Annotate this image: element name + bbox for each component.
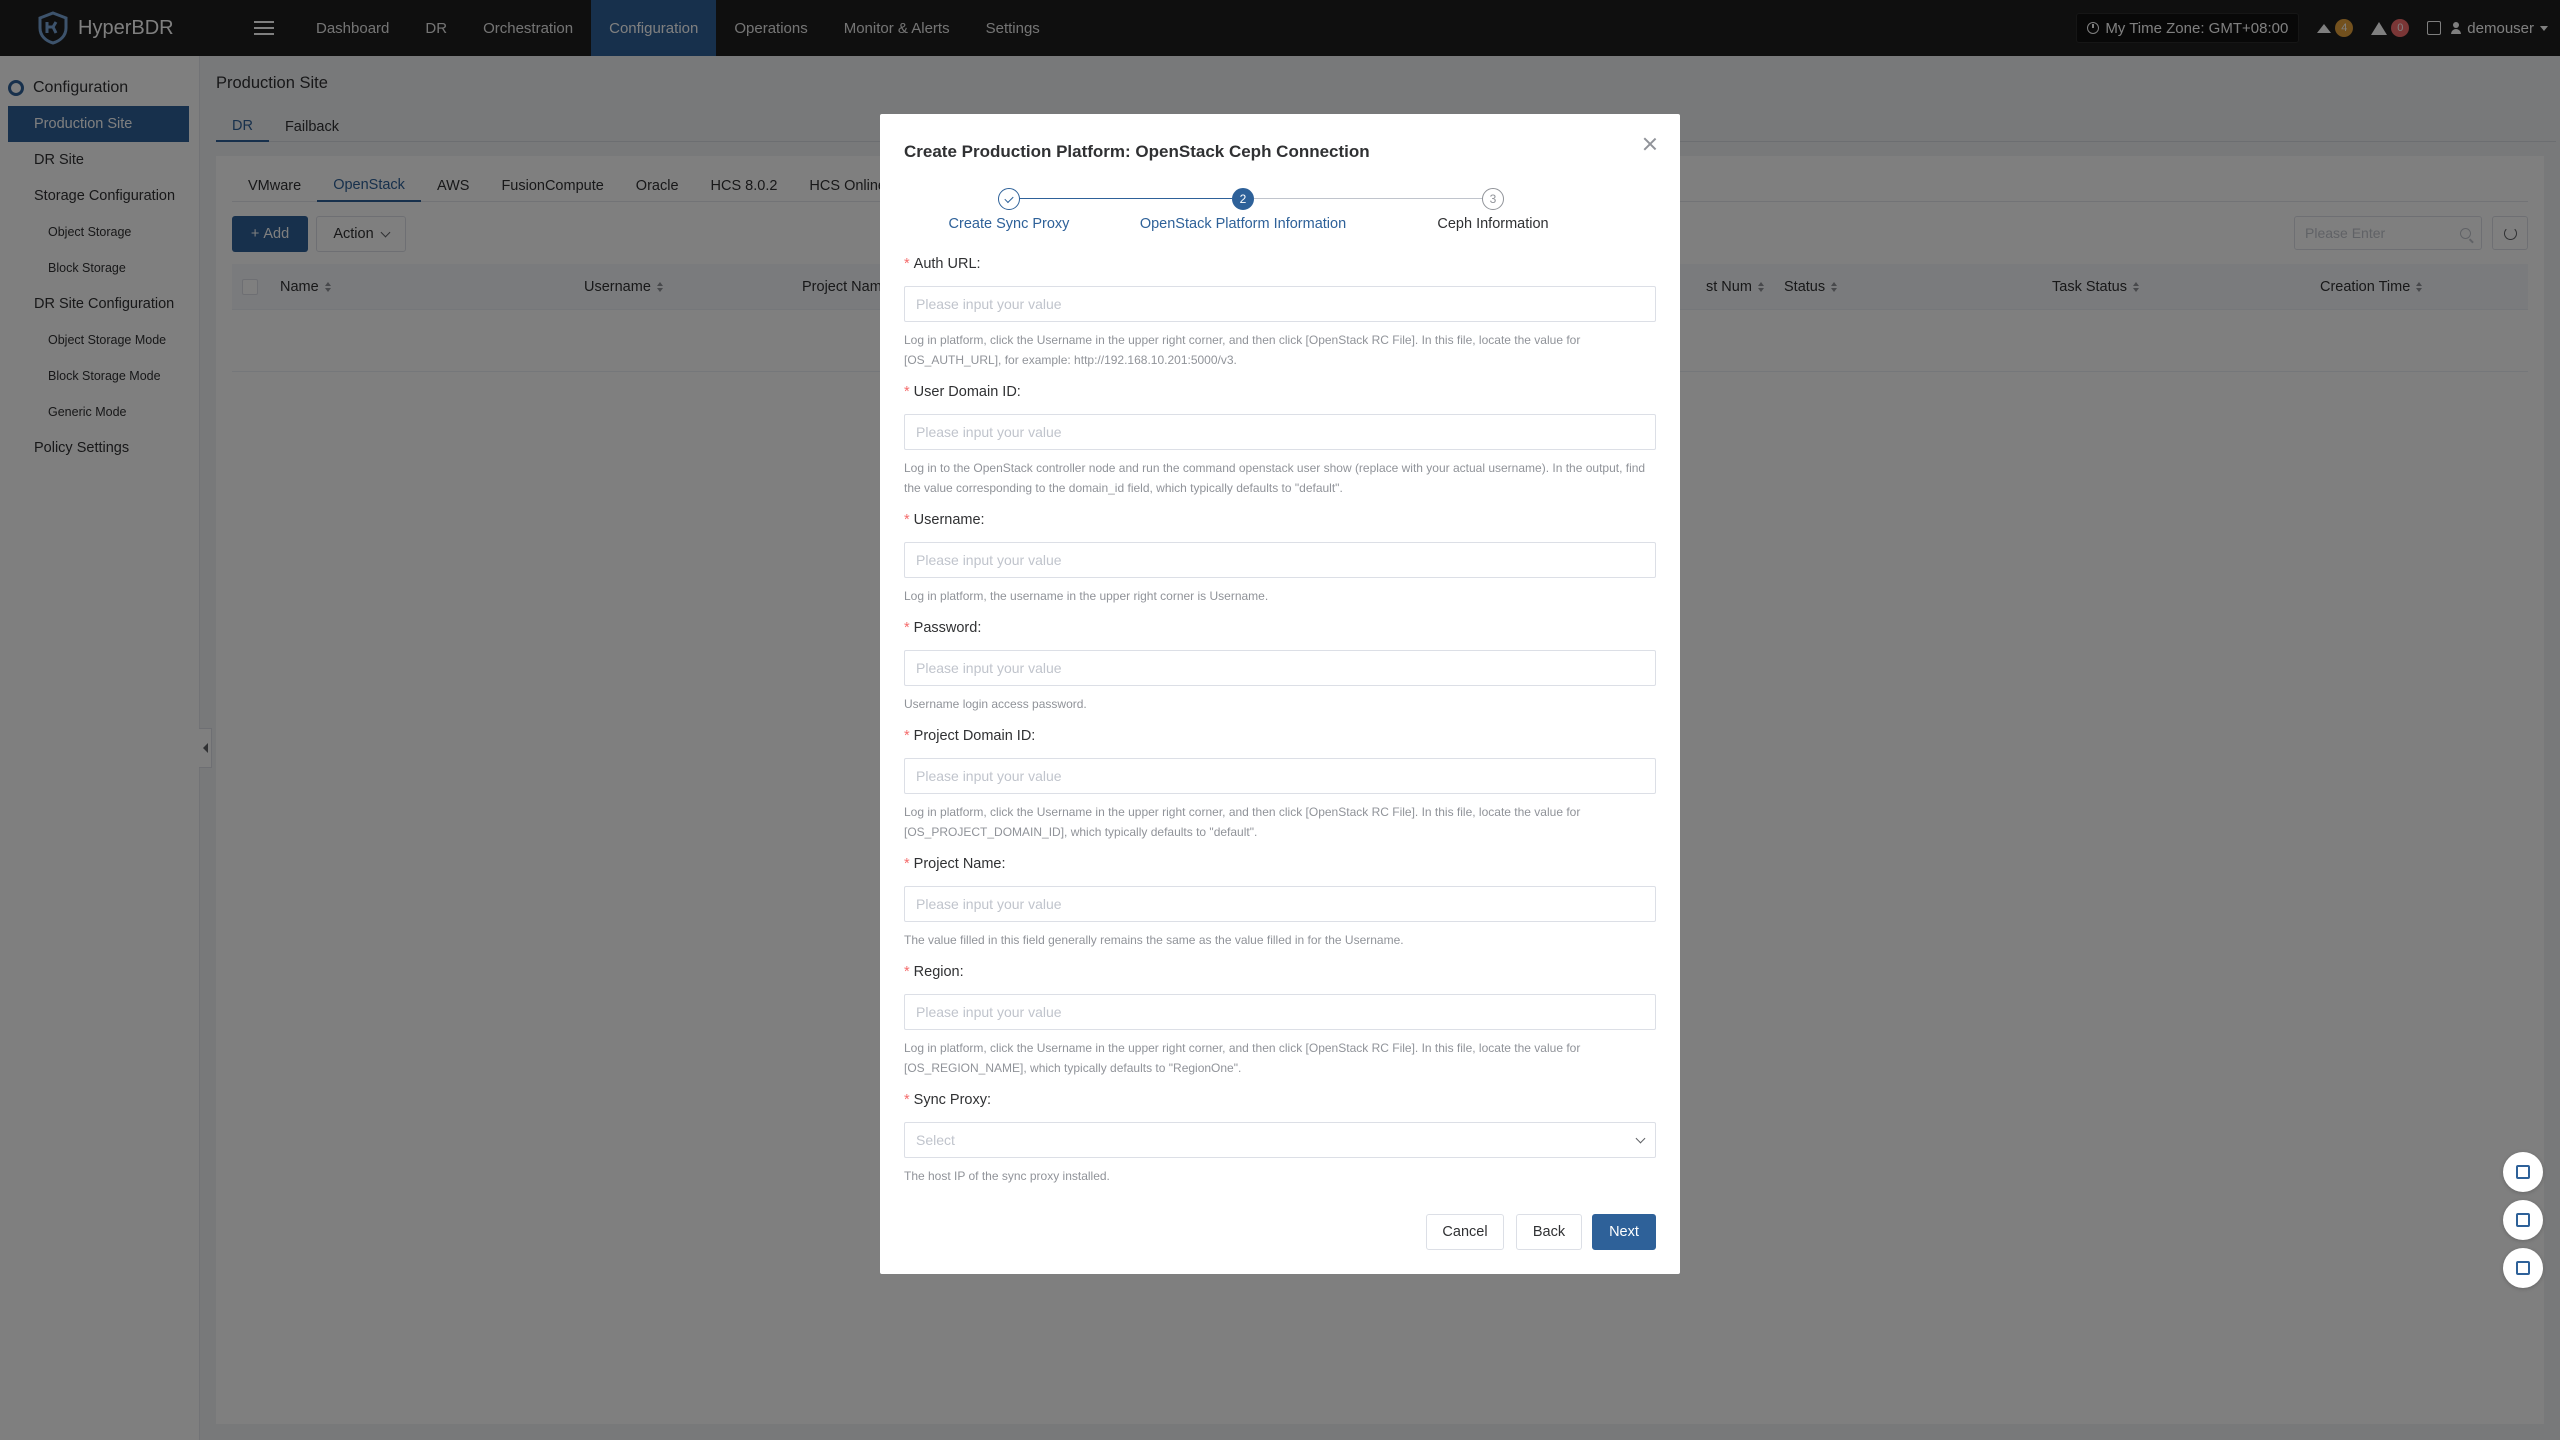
sync-proxy-placeholder: Select [916, 1132, 955, 1148]
region-field: * Region: Please input your value Log in … [904, 964, 1656, 1078]
user-domain-id-hint: Log in to the OpenStack controller node … [904, 461, 1646, 495]
dialog-title: Create Production Platform: OpenStack Ce… [904, 142, 1370, 161]
close-icon[interactable] [1642, 136, 1658, 152]
float-docs-button[interactable] [2503, 1200, 2543, 1240]
sync-proxy-field: * Sync Proxy: Select The host IP of the s… [904, 1092, 1656, 1186]
auth-url-field: * Auth URL: Please input your value Log i… [904, 256, 1656, 370]
auth-url-hint: Log in platform, click the Username in t… [904, 333, 1581, 367]
sync-proxy-label: * Sync Proxy: [904, 1092, 992, 1108]
cancel-button[interactable]: Cancel [1426, 1214, 1504, 1250]
step-1-circle [998, 188, 1020, 210]
float-chat-button[interactable] [2503, 1152, 2543, 1192]
project-name-input[interactable]: Please input your value [904, 886, 1656, 922]
step-3-label: Ceph Information [1437, 216, 1549, 232]
project-name-hint: The value filled in this field generally… [904, 933, 1404, 947]
password-input[interactable]: Please input your value [904, 650, 1656, 686]
project-domain-id-input[interactable]: Please input your value [904, 758, 1656, 794]
username-input[interactable]: Please input your value [904, 542, 1656, 578]
project-domain-id-field: * Project Domain ID: Please input your va… [904, 728, 1656, 842]
chat-icon [2516, 1165, 2530, 1179]
password-field: * Password: Please input your value Usern… [904, 620, 1656, 714]
step-connector-2 [1254, 198, 1482, 199]
user-domain-id-field: * User Domain ID: Please input your value… [904, 384, 1656, 498]
region-label: * Region: [904, 964, 964, 980]
clipboard-icon [2516, 1261, 2530, 1275]
region-input[interactable]: Please input your value [904, 994, 1656, 1030]
region-hint: Log in platform, click the Username in t… [904, 1041, 1581, 1075]
wizard-steps: 2 3 Create Sync Proxy OpenStack Platform… [904, 186, 1656, 236]
step-2-circle: 2 [1232, 188, 1254, 210]
password-hint: Username login access password. [904, 697, 1087, 711]
float-clipboard-button[interactable] [2503, 1248, 2543, 1288]
user-domain-id-label: * User Domain ID: [904, 384, 1021, 400]
create-platform-dialog: Create Production Platform: OpenStack Ce… [880, 114, 1680, 1274]
check-icon [1004, 193, 1014, 203]
sync-proxy-hint: The host IP of the sync proxy installed. [904, 1169, 1110, 1183]
username-field: * Username: Please input your value Log i… [904, 512, 1656, 606]
step-2-label: OpenStack Platform Information [1139, 216, 1347, 232]
project-domain-id-hint: Log in platform, click the Username in t… [904, 805, 1581, 839]
next-button[interactable]: Next [1592, 1214, 1656, 1250]
project-domain-id-label: * Project Domain ID: [904, 728, 1036, 744]
book-icon [2516, 1213, 2530, 1227]
password-label: * Password: [904, 620, 982, 636]
username-label: * Username: [904, 512, 985, 528]
step-3-circle: 3 [1482, 188, 1504, 210]
step-1-label: Create Sync Proxy [948, 216, 1070, 232]
step-connector-1 [1002, 198, 1232, 199]
auth-url-input[interactable]: Please input your value [904, 286, 1656, 322]
project-name-label: * Project Name: [904, 856, 1006, 872]
project-name-field: * Project Name: Please input your value T… [904, 856, 1656, 950]
auth-url-label: * Auth URL: [904, 256, 981, 272]
back-button[interactable]: Back [1516, 1214, 1582, 1250]
username-hint: Log in platform, the username in the upp… [904, 589, 1269, 603]
sync-proxy-select[interactable]: Select [904, 1122, 1656, 1158]
user-domain-id-input[interactable]: Please input your value [904, 414, 1656, 450]
chevron-down-icon [1635, 1133, 1646, 1143]
